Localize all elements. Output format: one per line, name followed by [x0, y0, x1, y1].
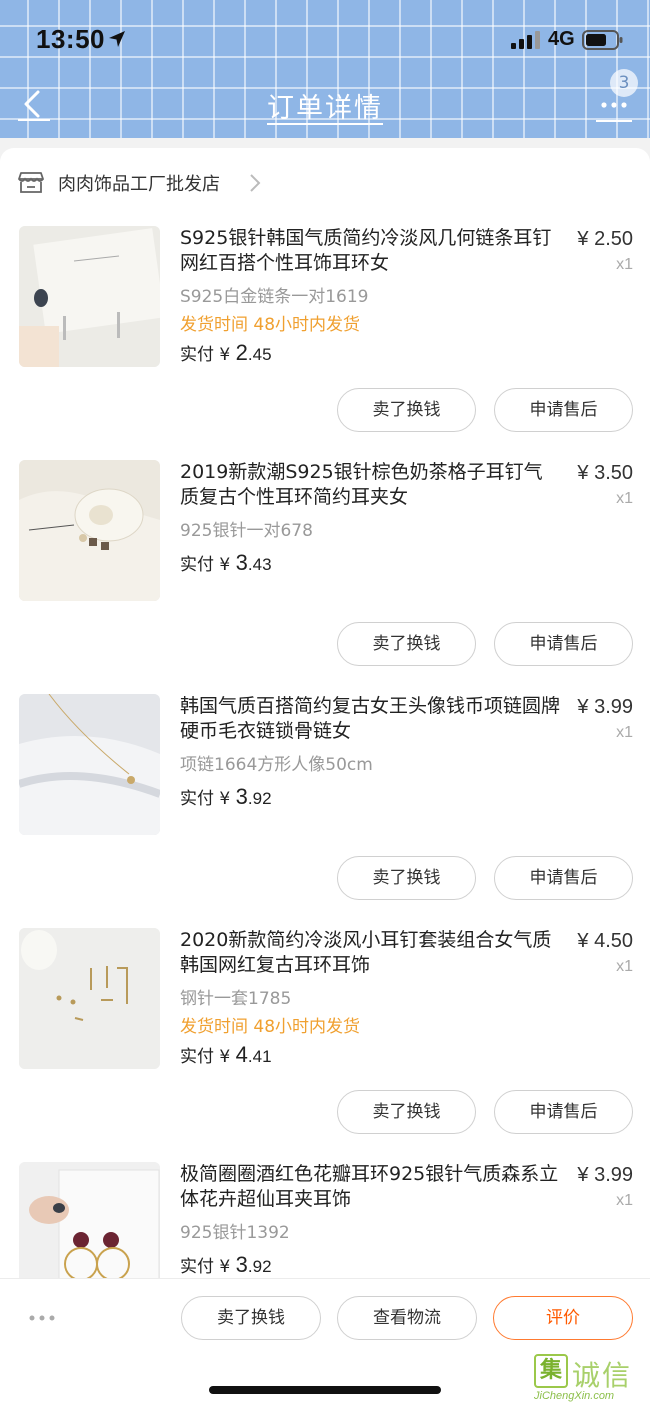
product-price: ¥ 3.99 — [577, 696, 633, 718]
order-item: 韩国气质百搭简约复古女王头像钱币项链圆牌硬币毛衣链锁骨链女 ¥ 3.99 x1 … — [0, 694, 650, 928]
sell-item-button[interactable]: 卖了换钱 — [337, 622, 476, 666]
product-thumbnail[interactable] — [19, 460, 160, 601]
sell-item-button[interactable]: 卖了换钱 — [337, 856, 476, 900]
sell-button[interactable]: 卖了换钱 — [181, 1296, 321, 1340]
after-sales-button[interactable]: 申请售后 — [494, 388, 633, 432]
product-sku: 925银针1392 — [180, 1223, 290, 1243]
product-quantity: x1 — [616, 724, 633, 741]
product-quantity: x1 — [616, 1192, 633, 1209]
chevron-right-icon — [250, 174, 261, 192]
after-sales-button[interactable]: 申请售后 — [494, 1090, 633, 1134]
product-thumbnail[interactable] — [19, 694, 160, 835]
signal-bars-icon — [511, 31, 540, 49]
message-count-badge: 3 — [610, 69, 638, 97]
paid-amount: 实付 ¥ 4.41 — [180, 1042, 272, 1067]
paid-amount: 实付 ¥ 3.92 — [180, 784, 272, 809]
product-title[interactable]: 2019新款潮S925银针棕色奶茶格子耳钉气质复古个性耳环简约耳夹女 — [180, 460, 560, 510]
product-sku: 钢针一套1785 — [180, 989, 292, 1009]
product-thumbnail[interactable] — [19, 226, 160, 367]
shop-name: 肉肉饰品工厂批发店 — [58, 174, 220, 195]
battery-icon — [582, 30, 623, 50]
view-logistics-button[interactable]: 查看物流 — [337, 1296, 477, 1340]
watermark-logo: 集 — [534, 1354, 568, 1388]
order-item: S925银针韩国气质简约冷淡风几何链条耳钉网红百搭个性耳饰耳环女 ¥ 2.50 … — [0, 226, 650, 460]
location-arrow-icon — [109, 31, 125, 47]
product-sku: S925白金链条一对1619 — [180, 287, 369, 307]
product-title[interactable]: S925银针韩国气质简约冷淡风几何链条耳钉网红百搭个性耳饰耳环女 — [180, 226, 560, 276]
product-thumbnail[interactable] — [19, 1162, 160, 1278]
after-sales-button[interactable]: 申请售后 — [494, 856, 633, 900]
order-item: 2019新款潮S925银针棕色奶茶格子耳钉气质复古个性耳环简约耳夹女 ¥ 3.5… — [0, 460, 650, 694]
paid-amount: 实付 ¥ 3.92 — [180, 1252, 272, 1277]
page-title: 订单详情 — [267, 93, 383, 124]
product-title[interactable]: 极简圈圈酒红色花瓣耳环925银针气质森系立体花卉超仙耳夹耳饰 — [180, 1162, 560, 1212]
watermark-text: 诚信 — [572, 1359, 633, 1392]
sell-item-button[interactable]: 卖了换钱 — [337, 1090, 476, 1134]
product-price: ¥ 3.50 — [577, 462, 633, 484]
review-button[interactable]: 评价 — [493, 1296, 633, 1340]
network-type: 4G — [548, 28, 575, 50]
paid-amount: 实付 ¥ 3.43 — [180, 550, 272, 575]
product-sku: 项链1664方形人像50cm — [180, 755, 373, 775]
order-item: 2020新款简约冷淡风小耳钉套装组合女气质韩国网红复古耳环耳饰 ¥ 4.50 x… — [0, 928, 650, 1162]
order-item: 极简圈圈酒红色花瓣耳环925银针气质森系立体花卉超仙耳夹耳饰 ¥ 3.99 x1… — [0, 1162, 650, 1278]
more-dots-icon[interactable] — [594, 95, 634, 125]
order-card: 肉肉饰品工厂批发店 S925银针韩国气质简约冷淡风几何链条耳钉网红百搭个性耳饰耳… — [0, 148, 650, 1278]
header: 13:50 4G 订单详情 3 — [0, 0, 650, 138]
shipping-time: 发货时间 48小时内发货 — [180, 315, 361, 335]
shipping-time: 发货时间 48小时内发货 — [180, 1017, 361, 1037]
paid-amount: 实付 ¥ 2.45 — [180, 340, 272, 365]
product-price: ¥ 2.50 — [577, 228, 633, 250]
after-sales-button[interactable]: 申请售后 — [494, 622, 633, 666]
shop-link[interactable]: 肉肉饰品工厂批发店 — [18, 164, 278, 200]
status-time: 13:50 — [36, 24, 105, 54]
watermark: 集 诚信 JiChengXin.com — [530, 1354, 648, 1404]
home-indicator — [209, 1386, 441, 1394]
product-sku: 925银针一对678 — [180, 521, 313, 541]
product-title[interactable]: 韩国气质百搭简约复古女王头像钱币项链圆牌硬币毛衣链锁骨链女 — [180, 694, 560, 744]
status-bar: 13:50 4G — [0, 22, 650, 58]
more-dots-icon[interactable] — [28, 1313, 58, 1323]
sell-item-button[interactable]: 卖了换钱 — [337, 388, 476, 432]
product-quantity: x1 — [616, 256, 633, 273]
product-quantity: x1 — [616, 958, 633, 975]
watermark-url: JiChengXin.com — [534, 1390, 615, 1402]
store-icon — [18, 172, 44, 193]
product-quantity: x1 — [616, 490, 633, 507]
product-title[interactable]: 2020新款简约冷淡风小耳钉套装组合女气质韩国网红复古耳环耳饰 — [180, 928, 560, 978]
product-price: ¥ 4.50 — [577, 930, 633, 952]
product-thumbnail[interactable] — [19, 928, 160, 1069]
product-price: ¥ 3.99 — [577, 1164, 633, 1186]
